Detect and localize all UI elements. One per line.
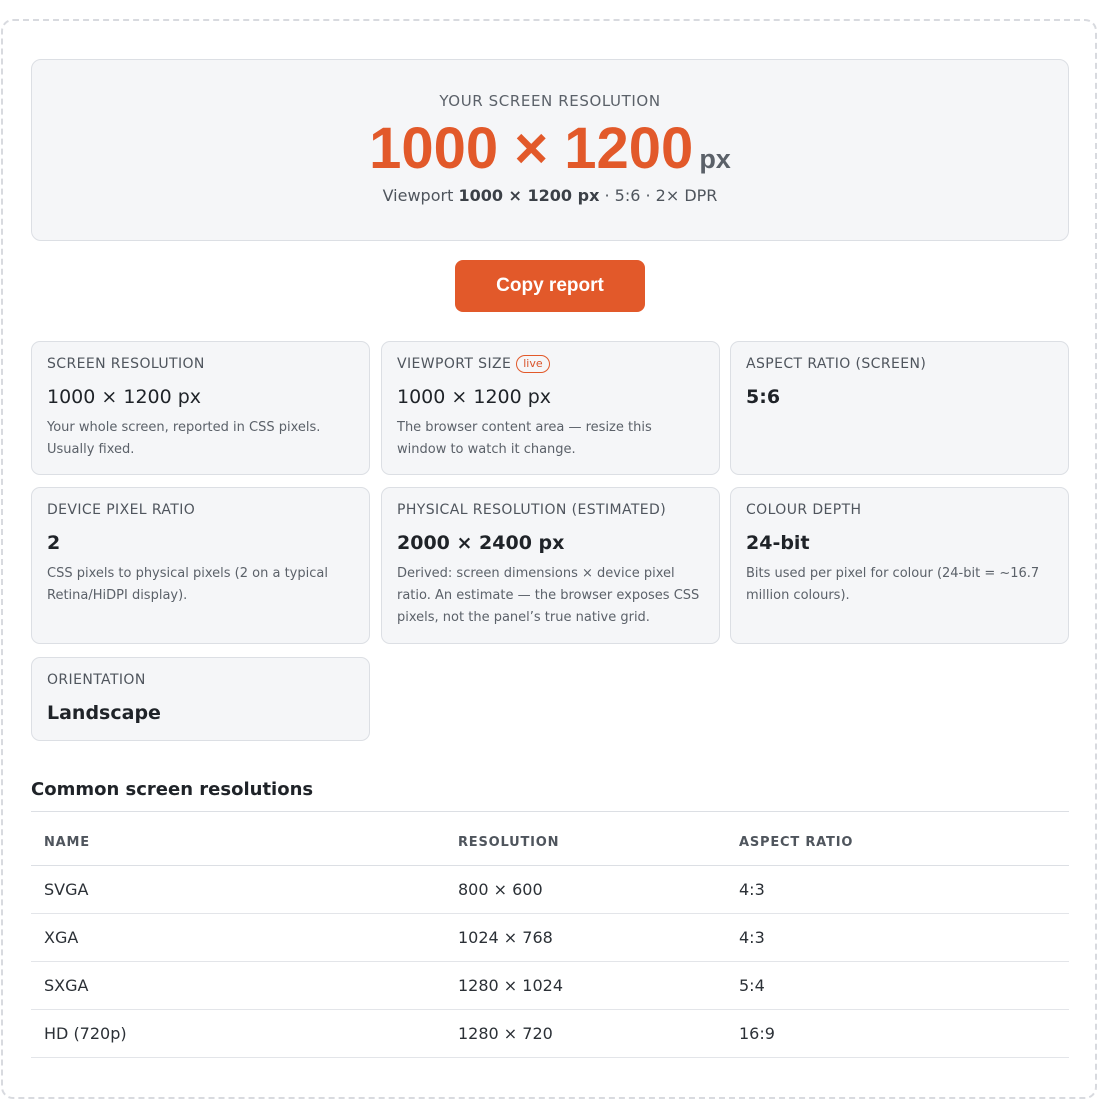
card-viewport-size: VIEWPORT SIZE live 1000 × 1200 px The bro…: [381, 341, 720, 475]
cell-resolution: 1024 × 768: [445, 913, 726, 962]
table-header-row: NAME RESOLUTION ASPECT RATIO: [31, 819, 1069, 866]
card-value: 2000 × 2400 px: [397, 532, 565, 554]
cell-aspect-ratio: 16:9: [726, 1009, 1069, 1058]
section-divider: [31, 811, 1069, 812]
hero-label: YOUR SCREEN RESOLUTION: [439, 92, 661, 110]
card-value: 1000 × 1200 px: [47, 386, 202, 408]
hero-unit: px: [699, 144, 731, 174]
hero-resolution-value: 1000 × 1200: [369, 116, 694, 181]
common-resolutions-table: NAME RESOLUTION ASPECT RATIO SVGA 800 × …: [31, 819, 1069, 1058]
cell-resolution: 800 × 600: [445, 865, 726, 914]
cell-name: SXGA: [31, 961, 445, 1010]
hero-sub-viewport: 1000 × 1200 px: [458, 186, 600, 205]
card-aspect-ratio: ASPECT RATIO (SCREEN) 5:6: [730, 341, 1069, 475]
card-physical-resolution: PHYSICAL RESOLUTION (ESTIMATED) 2000 × 2…: [381, 487, 720, 644]
card-value: Landscape: [47, 702, 161, 724]
hero-sub-suffix: · 5:6 · 2× DPR: [604, 186, 718, 205]
cell-resolution: 1280 × 720: [445, 1009, 726, 1058]
card-label: DEVICE PIXEL RATIO: [47, 502, 196, 518]
card-value: 2: [47, 532, 61, 554]
common-resolutions-title: Common screen resolutions: [31, 779, 314, 800]
card-description: Your whole screen, reported in CSS pixel…: [47, 420, 321, 457]
card-description: Derived: screen dimensions × device pixe…: [397, 566, 700, 625]
card-label-row: VIEWPORT SIZE live: [397, 355, 704, 373]
cell-resolution: 1280 × 1024: [445, 961, 726, 1010]
hero-sub-prefix: Viewport: [382, 186, 454, 205]
resolution-hero: YOUR SCREEN RESOLUTION 1000 × 1200 px Vie…: [31, 59, 1069, 241]
card-label: ASPECT RATIO (SCREEN): [746, 356, 927, 372]
card-device-pixel-ratio: DEVICE PIXEL RATIO 2 CSS pixels to physi…: [31, 487, 370, 644]
cell-name: HD (720p): [31, 1009, 445, 1058]
table-row: SXGA 1280 × 1024 5:4: [31, 961, 1069, 1010]
header-name: NAME: [31, 819, 445, 866]
card-screen-resolution: SCREEN RESOLUTION 1000 × 1200 px Your wh…: [31, 341, 370, 475]
header-aspect-ratio: ASPECT RATIO: [726, 819, 1069, 866]
table-row: HD (720p) 1280 × 720 16:9: [31, 1009, 1069, 1058]
card-description: The browser content area — resize this w…: [397, 420, 652, 457]
copy-wrap: Copy report: [31, 260, 1069, 312]
main-content: YOUR SCREEN RESOLUTION 1000 × 1200 px Vie…: [31, 59, 1069, 741]
table-row: XGA 1024 × 768 4:3: [31, 913, 1069, 962]
card-orientation: ORIENTATION Landscape: [31, 657, 370, 741]
card-value: 5:6: [746, 386, 781, 408]
card-colour-depth: COLOUR DEPTH 24-bit Bits used per pixel …: [730, 487, 1069, 644]
card-description: CSS pixels to physical pixels (2 on a ty…: [47, 566, 328, 603]
table-row: SVGA 800 × 600 4:3: [31, 865, 1069, 914]
card-label: ORIENTATION: [47, 672, 146, 688]
cell-aspect-ratio: 5:4: [726, 961, 1069, 1010]
card-label: PHYSICAL RESOLUTION (ESTIMATED): [397, 502, 667, 518]
card-value: 1000 × 1200 px: [397, 386, 552, 408]
cell-name: XGA: [31, 913, 445, 962]
card-value: 24-bit: [746, 532, 810, 554]
cell-aspect-ratio: 4:3: [726, 913, 1069, 962]
hero-value: 1000 × 1200 px: [32, 117, 1068, 181]
copy-report-button[interactable]: Copy report: [455, 260, 645, 312]
card-label: VIEWPORT SIZE: [397, 356, 512, 372]
card-label: COLOUR DEPTH: [746, 502, 862, 518]
stats-grid: SCREEN RESOLUTION 1000 × 1200 px Your wh…: [31, 341, 1069, 741]
header-resolution: RESOLUTION: [445, 819, 726, 866]
card-description: Bits used per pixel for colour (24-bit =…: [746, 566, 1040, 603]
live-badge: live: [516, 355, 550, 373]
cell-name: SVGA: [31, 865, 445, 914]
cell-aspect-ratio: 4:3: [726, 865, 1069, 914]
card-label: SCREEN RESOLUTION: [47, 356, 205, 372]
hero-subtitle: Viewport 1000 × 1200 px · 5:6 · 2× DPR: [32, 185, 1068, 207]
